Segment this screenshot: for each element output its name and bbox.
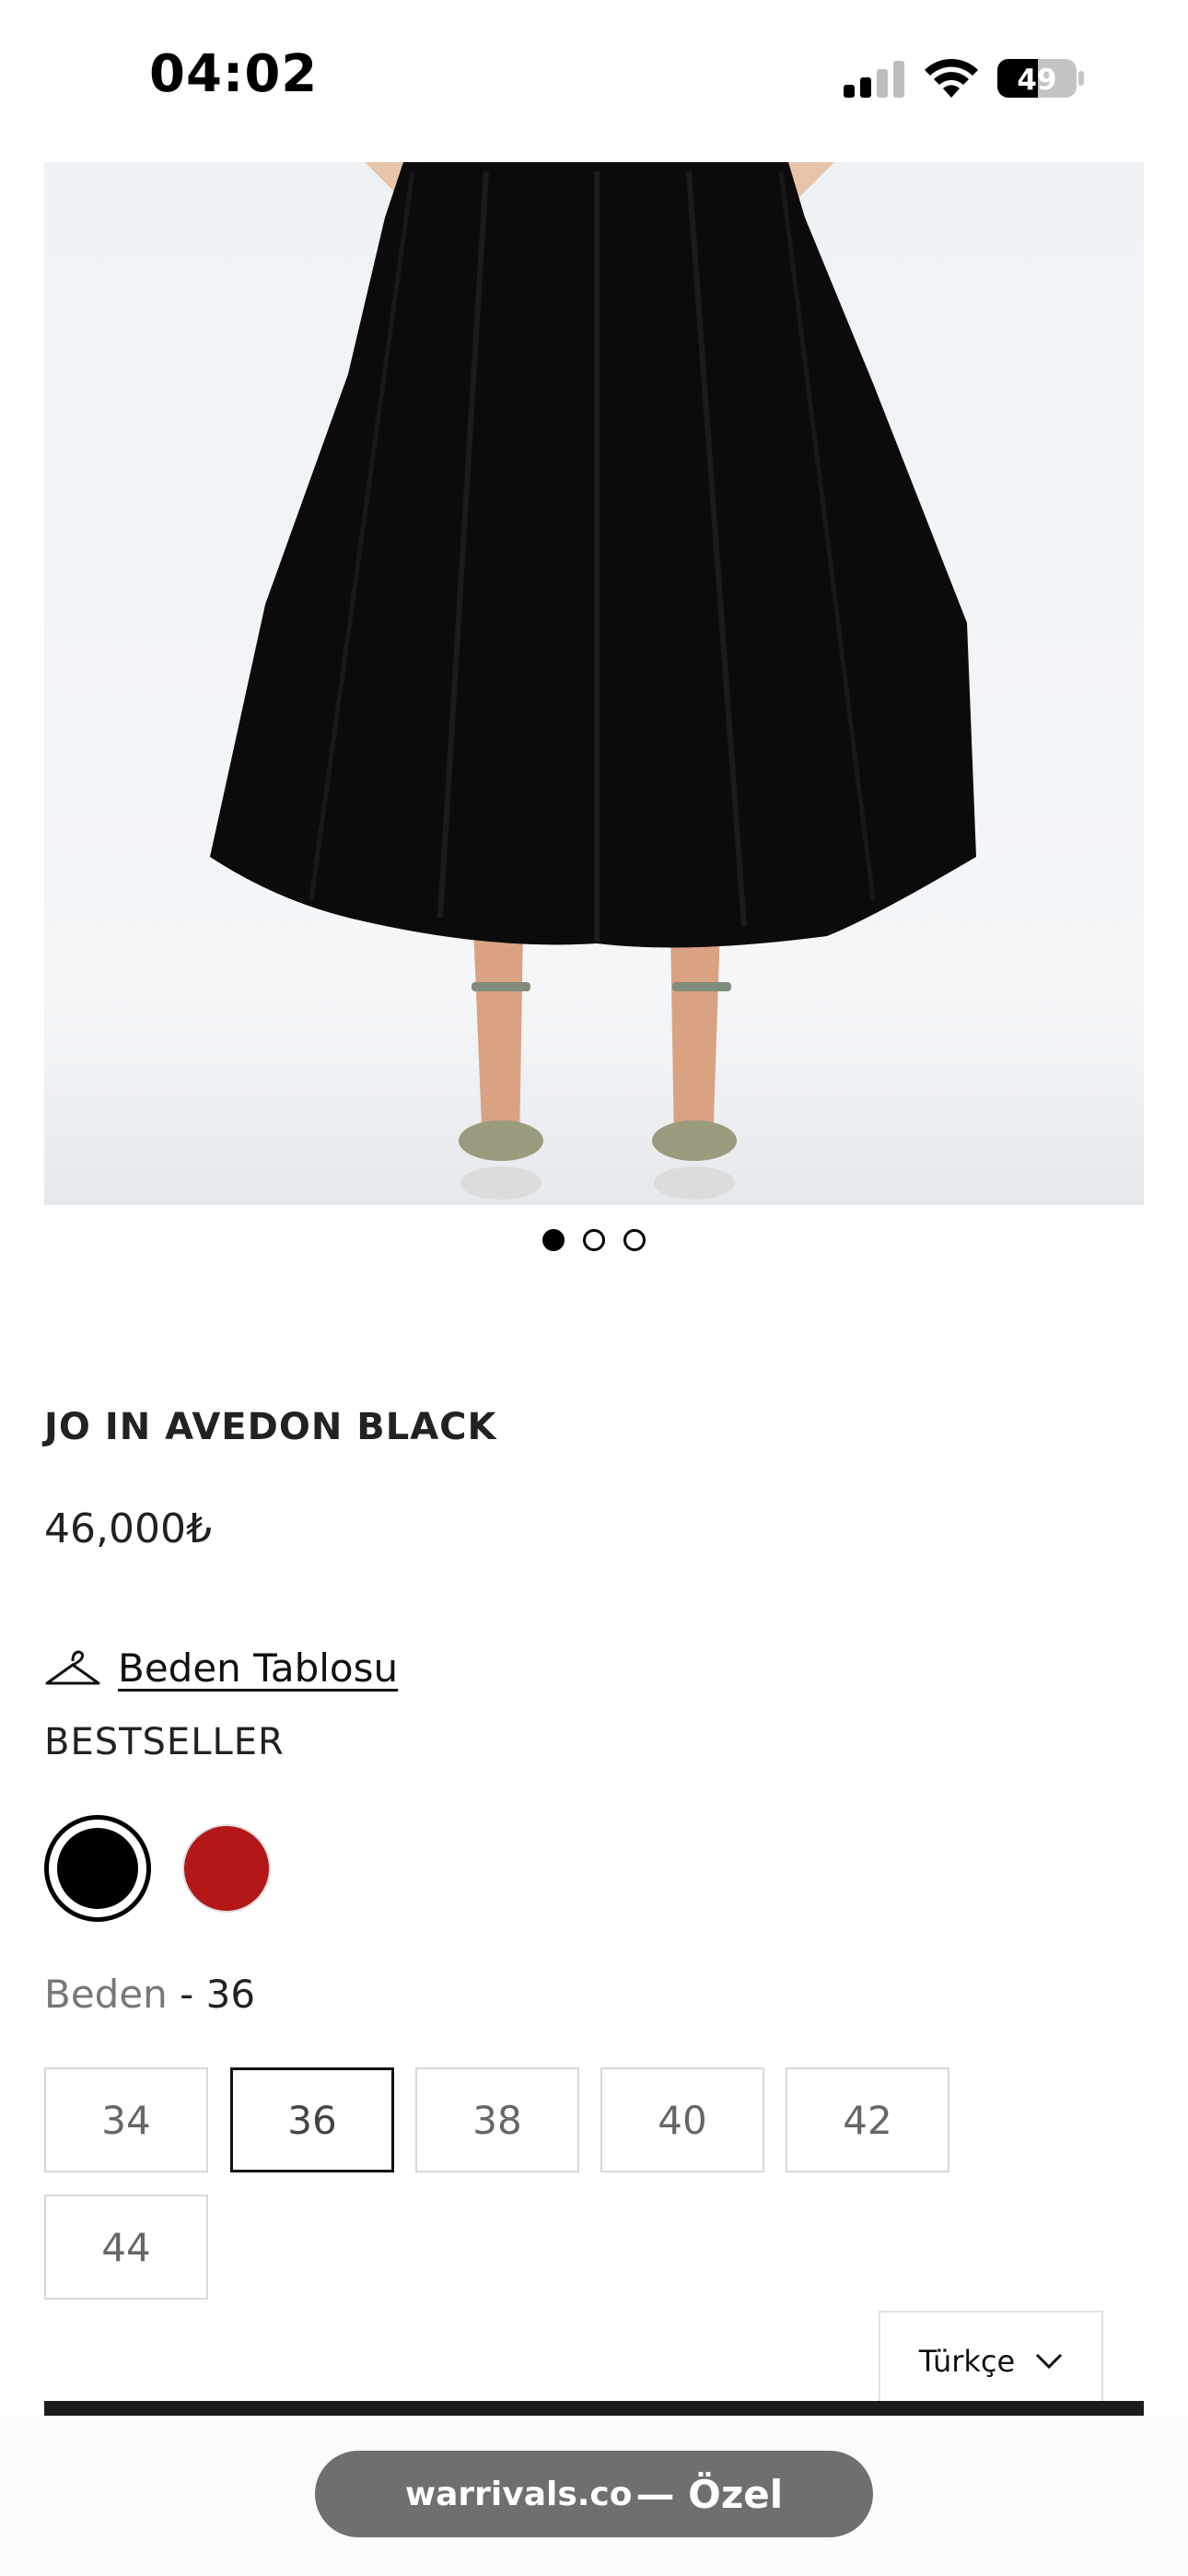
size-header-label: Beden xyxy=(44,1972,168,2017)
size-option-38[interactable]: 38 xyxy=(415,2067,579,2172)
hanger-icon xyxy=(45,1650,100,1684)
size-option-42[interactable]: 42 xyxy=(786,2067,949,2172)
battery-level: 49 xyxy=(1017,64,1056,97)
battery-icon: 49 xyxy=(997,59,1084,98)
color-swatch-black[interactable] xyxy=(44,1815,151,1922)
product-price: 46,000₺ xyxy=(44,1505,212,1552)
private-mode-label: — Özel xyxy=(635,2471,784,2517)
size-chart-label[interactable]: Beden Tablosu xyxy=(118,1645,398,1691)
carousel-pagination xyxy=(0,1229,1188,1251)
carousel-dot-2[interactable] xyxy=(583,1229,605,1251)
carousel-dot-3[interactable] xyxy=(623,1229,646,1251)
wifi-icon xyxy=(925,58,978,98)
status-time: 04:02 xyxy=(149,44,319,104)
bestseller-label: BESTSELLER xyxy=(44,1721,285,1763)
size-header: Beden - 36 xyxy=(44,1972,255,2017)
address-bar[interactable]: warrivals.co — Özel xyxy=(315,2451,873,2537)
size-option-34[interactable]: 34 xyxy=(44,2067,208,2172)
size-header-separator: - xyxy=(167,1972,206,2017)
language-selector[interactable]: Türkçe xyxy=(879,2311,1103,2412)
add-to-cart-bar[interactable] xyxy=(44,2401,1144,2416)
language-label: Türkçe xyxy=(918,2344,1016,2379)
product-photo-skirt xyxy=(44,162,1144,1205)
size-option-36[interactable]: 36 xyxy=(230,2067,394,2172)
address-url: warrivals.co xyxy=(404,2475,633,2513)
product-title: JO IN AVEDON BLACK xyxy=(44,1406,497,1448)
size-option-44[interactable]: 44 xyxy=(44,2195,208,2300)
product-image[interactable] xyxy=(44,162,1144,1205)
carousel-dot-1[interactable] xyxy=(542,1229,565,1251)
color-swatch-red[interactable] xyxy=(182,1824,271,1913)
chevron-down-icon xyxy=(1036,2353,1063,2370)
size-header-value: 36 xyxy=(205,1972,256,2017)
cellular-signal-icon xyxy=(844,61,904,98)
size-chart-link[interactable]: Beden Tablosu xyxy=(44,1645,398,1691)
status-bar: 04:02 49 xyxy=(0,0,1188,162)
size-option-40[interactable]: 40 xyxy=(600,2067,764,2172)
